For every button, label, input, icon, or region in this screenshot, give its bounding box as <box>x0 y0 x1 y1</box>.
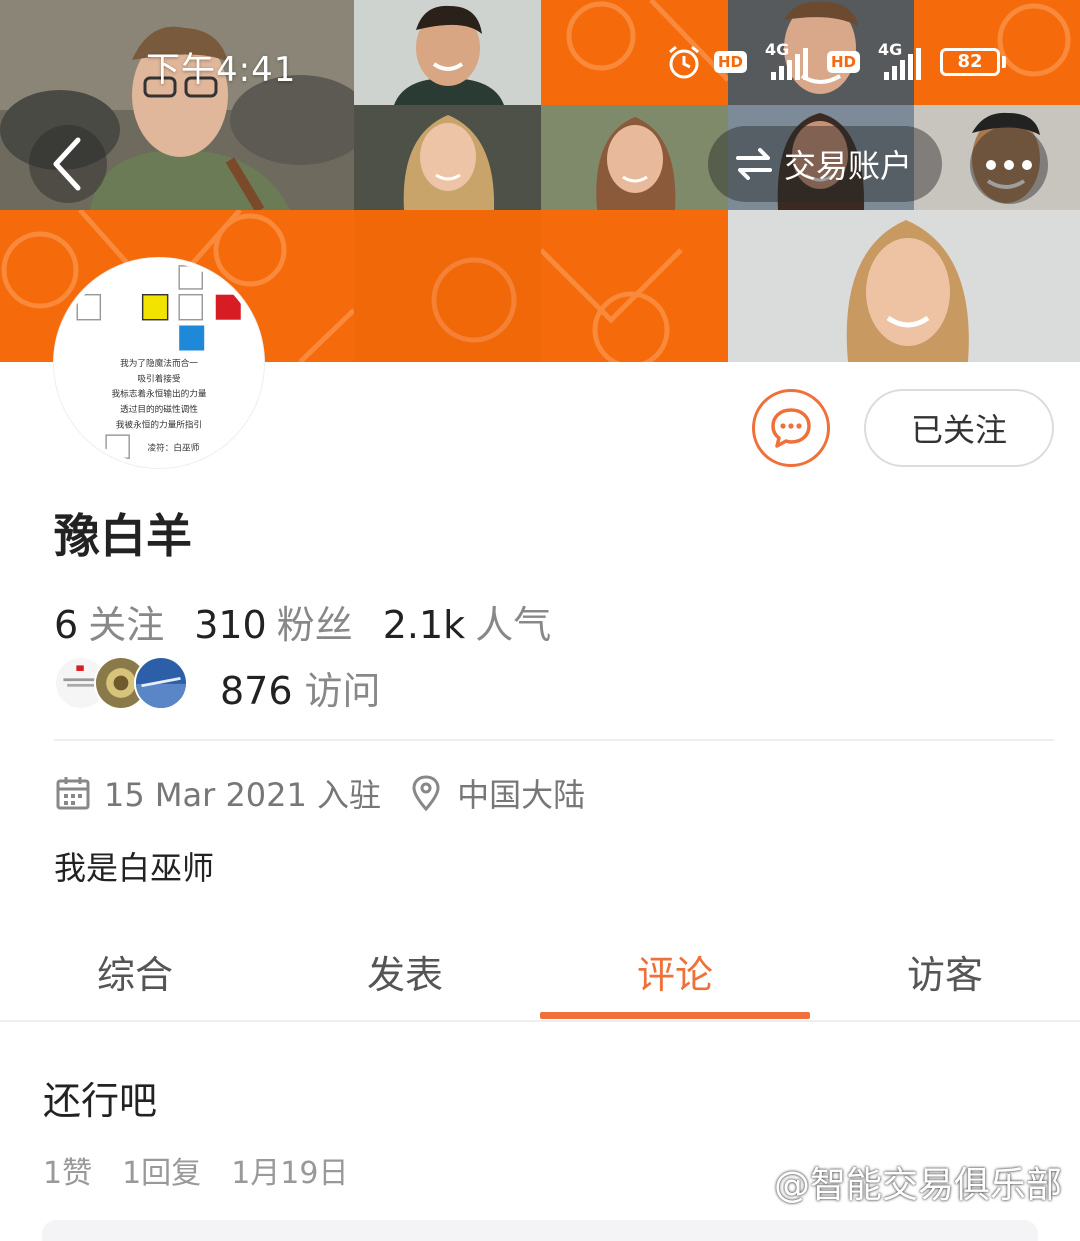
banner-pattern-5 <box>541 210 728 362</box>
more-icon <box>986 160 1032 170</box>
avatar-text-2: 吸引着接受 <box>137 372 181 384</box>
comment-meta: 1赞 1回复 1月19日 <box>43 1148 348 1192</box>
banner-pattern-4 <box>354 210 541 362</box>
back-icon <box>53 137 81 191</box>
comment-likes: 1赞 <box>43 1156 93 1191</box>
banner-photo-5 <box>541 105 728 210</box>
recent-visitors[interactable] <box>54 656 188 710</box>
trade-account-label: 交易账户 <box>784 147 913 185</box>
banner-photo-4 <box>354 105 541 210</box>
message-button[interactable] <box>752 389 830 467</box>
watermark: @智能交易俱乐部 <box>732 1156 1062 1208</box>
trade-account-button[interactable]: 交易账户 <box>708 126 942 202</box>
signal-icon-1: 4G <box>757 40 817 84</box>
join-date: 15 Mar 2021 入驻 <box>104 776 382 814</box>
avatar-text-5: 我被永恒的力量所指引 <box>116 418 202 430</box>
tab-posts[interactable]: 发表 <box>270 944 540 999</box>
weibo-logo-icon <box>740 1171 766 1194</box>
status-time: 下午4:41 <box>146 50 297 90</box>
avatar-text-4: 透过目的的磁性调性 <box>120 403 198 415</box>
profile-meta: 15 Mar 2021 入驻 中国大陆 <box>54 770 585 816</box>
alarm-icon <box>669 45 699 79</box>
visitor-avatar-3 <box>134 656 188 710</box>
battery-icon: 82 <box>940 48 1006 76</box>
profile-avatar[interactable]: 我为了隐魔法而合一 吸引着接受 我标志着永恒输出的力量 透过目的的磁性调性 我被… <box>54 258 264 468</box>
hd-badge-1: HD <box>713 51 747 73</box>
comment-date: 1月19日 <box>231 1156 349 1191</box>
status-bar: 下午4:41 HD 4G HD 4G 82 <box>0 0 1080 120</box>
section-divider <box>54 739 1054 741</box>
stat-followers[interactable]: 310 粉丝 <box>194 594 353 649</box>
tab-visitors[interactable]: 访客 <box>810 944 1080 999</box>
profile-tabs: 综合 发表 评论 访客 <box>0 930 1080 1022</box>
profile-bio: 我是白巫师 <box>54 849 215 887</box>
avatar-text-3: 我标志着永恒输出的力量 <box>111 388 206 400</box>
profile-stats: 6 关注 310 粉丝 2.1k 人气 <box>54 594 581 649</box>
banner-photo-8 <box>728 210 1080 362</box>
swap-icon <box>736 148 772 180</box>
back-button[interactable] <box>29 125 107 203</box>
quoted-post-card[interactable] <box>42 1220 1038 1241</box>
location: 中国大陆 <box>457 776 586 814</box>
calendar-icon <box>56 777 90 810</box>
tab-overview[interactable]: 综合 <box>0 944 270 999</box>
comment-text[interactable]: 还行吧 <box>43 1070 157 1125</box>
comment-replies: 1回复 <box>122 1156 202 1191</box>
location-pin-icon <box>412 775 440 812</box>
avatar-text-6: 凌符：白巫师 <box>148 442 200 454</box>
more-button[interactable] <box>970 126 1048 204</box>
active-tab-indicator <box>540 1012 810 1019</box>
avatar-text-1: 我为了隐魔法而合一 <box>120 357 198 369</box>
visit-count[interactable]: 876 访问 <box>220 660 381 715</box>
tab-comments[interactable]: 评论 <box>540 944 810 999</box>
stat-following[interactable]: 6 关注 <box>54 594 164 649</box>
signal-icon-2: 4G <box>870 40 930 84</box>
chat-icon <box>771 408 811 448</box>
hd-badge-2: HD <box>826 51 860 73</box>
stat-popularity: 2.1k 人气 <box>382 603 552 647</box>
following-button[interactable]: 已关注 <box>864 389 1054 467</box>
username: 豫白羊 <box>54 509 192 563</box>
